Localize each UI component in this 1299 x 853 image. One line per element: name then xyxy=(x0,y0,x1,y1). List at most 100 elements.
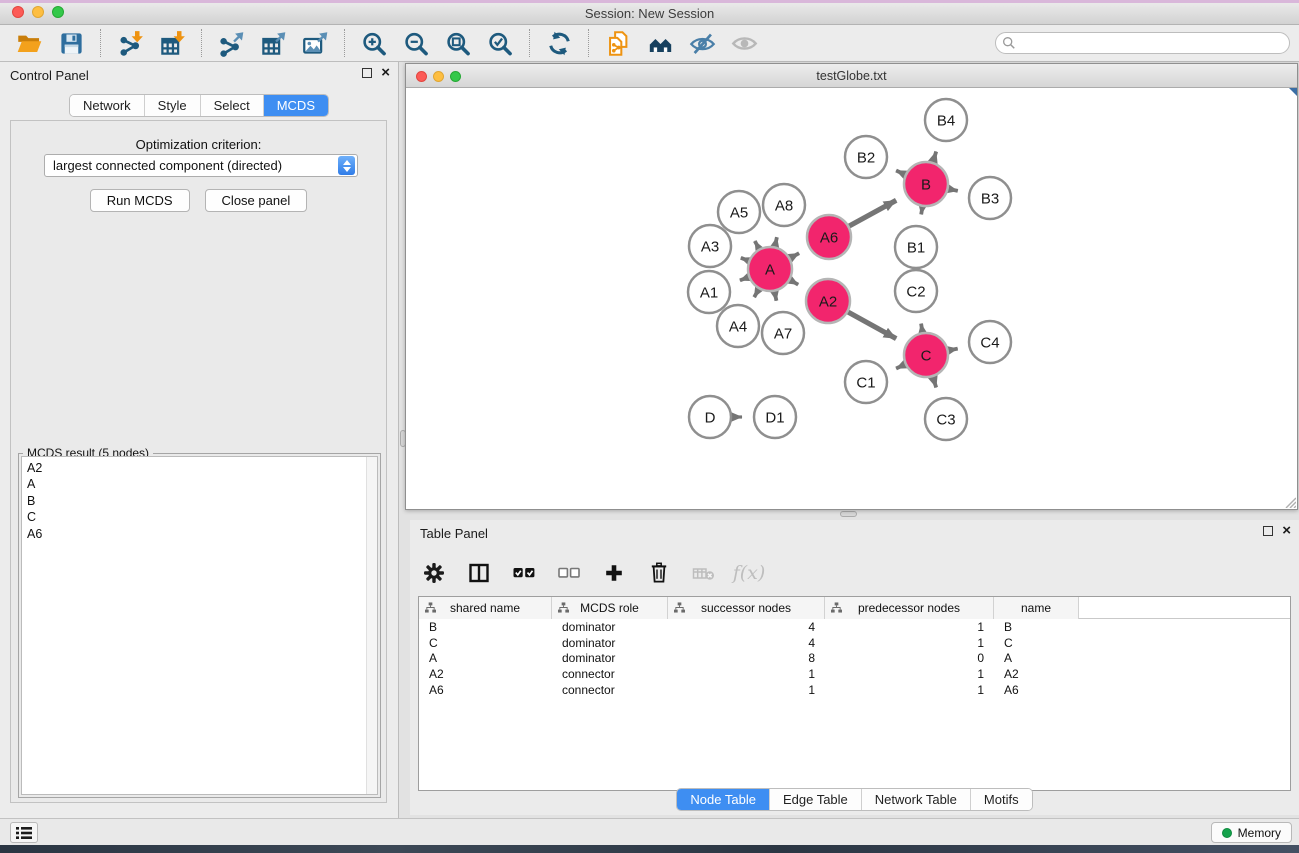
column-header-successor-nodes[interactable]: successor nodes xyxy=(668,597,825,619)
graph-node-C3[interactable]: C3 xyxy=(925,398,967,440)
graph-edge-B-B1[interactable] xyxy=(921,206,922,215)
table-cell[interactable]: B xyxy=(994,620,1079,634)
table-cell[interactable]: dominator xyxy=(552,620,668,634)
tab-motifs[interactable]: Motifs xyxy=(970,789,1032,810)
mcds-result-item[interactable]: A2 xyxy=(27,460,377,476)
mcds-result-item[interactable]: B xyxy=(27,493,377,509)
table-row[interactable]: A6connector11A6 xyxy=(419,682,1290,698)
export-table-icon[interactable] xyxy=(258,28,288,58)
mcds-result-list[interactable]: A2ABCA6 xyxy=(21,456,378,795)
gear-icon[interactable] xyxy=(420,559,448,587)
table-cell[interactable]: A6 xyxy=(994,683,1079,697)
close-panel-button[interactable]: Close panel xyxy=(205,189,308,212)
close-panel-icon[interactable]: × xyxy=(381,68,390,78)
table-cell[interactable]: A6 xyxy=(419,683,552,697)
table-cell[interactable]: A xyxy=(419,651,552,665)
add-icon[interactable] xyxy=(600,559,628,587)
trash-icon[interactable] xyxy=(645,559,673,587)
tab-edge-table[interactable]: Edge Table xyxy=(769,789,861,810)
table-row[interactable]: Cdominator41C xyxy=(419,635,1290,651)
graph-node-A7[interactable]: A7 xyxy=(762,312,804,354)
window-resize-grip[interactable] xyxy=(1283,495,1296,508)
search-input[interactable] xyxy=(995,32,1290,54)
graph-node-A2[interactable]: A2 xyxy=(806,279,850,323)
graph-edge-A-A8[interactable] xyxy=(775,237,777,247)
import-table-icon[interactable] xyxy=(157,28,187,58)
show-all-icon[interactable] xyxy=(729,28,759,58)
table-cell[interactable]: A2 xyxy=(994,667,1079,681)
graph-edge-B-B3[interactable] xyxy=(948,189,958,191)
table-row[interactable]: A2connector11A2 xyxy=(419,666,1290,682)
save-icon[interactable] xyxy=(56,28,86,58)
table-cell[interactable]: 4 xyxy=(668,620,825,634)
table-cell[interactable]: dominator xyxy=(552,651,668,665)
graph-node-C2[interactable]: C2 xyxy=(895,270,937,312)
tab-network[interactable]: Network xyxy=(70,95,144,116)
table-cell[interactable]: 1 xyxy=(825,667,994,681)
float-table-panel-icon[interactable] xyxy=(1263,526,1273,536)
graph-edge-A-A5[interactable] xyxy=(755,241,760,250)
table-cell[interactable]: connector xyxy=(552,683,668,697)
graph-edge-B-B4[interactable] xyxy=(933,152,937,164)
horizontal-splitter-grip[interactable] xyxy=(840,511,857,517)
open-folder-icon[interactable] xyxy=(14,28,44,58)
graph-node-D[interactable]: D xyxy=(689,396,731,438)
graph-node-A[interactable]: A xyxy=(748,247,792,291)
graph-node-B[interactable]: B xyxy=(904,162,948,206)
graph-edge-C-C1[interactable] xyxy=(896,364,906,369)
graph-edge-A-A6[interactable] xyxy=(789,253,799,258)
mcds-result-item[interactable]: A xyxy=(27,476,377,492)
import-network-icon[interactable] xyxy=(115,28,145,58)
graph-edge-C-C4[interactable] xyxy=(948,349,958,351)
table-cell[interactable]: 1 xyxy=(825,683,994,697)
column-header-predecessor-nodes[interactable]: predecessor nodes xyxy=(825,597,994,619)
zoom-in-icon[interactable] xyxy=(359,28,389,58)
table-cell[interactable]: 1 xyxy=(825,620,994,634)
column-header-shared-name[interactable]: shared name xyxy=(419,597,552,619)
table-cell[interactable]: dominator xyxy=(552,636,668,650)
columns-icon[interactable] xyxy=(465,559,493,587)
table-cell[interactable]: B xyxy=(419,620,552,634)
graph-node-A1[interactable]: A1 xyxy=(688,271,730,313)
table-cell[interactable]: C xyxy=(419,636,552,650)
graph-node-A3[interactable]: A3 xyxy=(689,225,731,267)
graph-node-C1[interactable]: C1 xyxy=(845,361,887,403)
tab-select[interactable]: Select xyxy=(200,95,263,116)
table-cell[interactable]: A xyxy=(994,651,1079,665)
mcds-result-item[interactable]: C xyxy=(27,509,377,525)
network-canvas[interactable]: AA1A2A3A4A5A6A7A8BB1B2B3B4CC1C2C3C4DD1 xyxy=(406,88,1297,509)
float-panel-icon[interactable] xyxy=(362,68,372,78)
graph-node-B4[interactable]: B4 xyxy=(925,99,967,141)
graph-edge-A-A2[interactable] xyxy=(789,280,798,285)
table-cell[interactable]: 8 xyxy=(668,651,825,665)
table-cell[interactable]: 4 xyxy=(668,636,825,650)
table-cell[interactable]: 1 xyxy=(825,636,994,650)
graph-edge-A-A4[interactable] xyxy=(754,288,759,297)
graph-edge-A-A7[interactable] xyxy=(774,291,776,301)
select-all-icon[interactable] xyxy=(510,559,538,587)
zoom-out-icon[interactable] xyxy=(401,28,431,58)
column-header-MCDS-role[interactable]: MCDS role xyxy=(552,597,668,619)
export-image-icon[interactable] xyxy=(300,28,330,58)
table-cell[interactable]: 1 xyxy=(668,683,825,697)
tab-network-table[interactable]: Network Table xyxy=(861,789,970,810)
memory-button[interactable]: Memory xyxy=(1211,822,1292,843)
table-cell[interactable]: connector xyxy=(552,667,668,681)
graph-node-B1[interactable]: B1 xyxy=(895,226,937,268)
tab-style[interactable]: Style xyxy=(144,95,200,116)
close-table-panel-icon[interactable]: × xyxy=(1282,526,1291,536)
tab-mcds[interactable]: MCDS xyxy=(263,95,328,116)
table-cell[interactable]: 1 xyxy=(668,667,825,681)
result-scrollbar[interactable] xyxy=(366,457,377,794)
deselect-all-icon[interactable] xyxy=(555,559,583,587)
first-neighbors-icon[interactable] xyxy=(645,28,675,58)
graph-edge-A-A1[interactable] xyxy=(740,277,750,281)
graph-node-B2[interactable]: B2 xyxy=(845,136,887,178)
graph-node-D1[interactable]: D1 xyxy=(754,396,796,438)
run-mcds-button[interactable]: Run MCDS xyxy=(90,189,190,212)
graph-edge-C-C2[interactable] xyxy=(921,324,923,334)
table-cell[interactable]: C xyxy=(994,636,1079,650)
graph-node-B3[interactable]: B3 xyxy=(969,177,1011,219)
column-header-name[interactable]: name xyxy=(994,597,1079,619)
optimization-criterion-select[interactable]: largest connected component (directed) xyxy=(44,154,358,177)
